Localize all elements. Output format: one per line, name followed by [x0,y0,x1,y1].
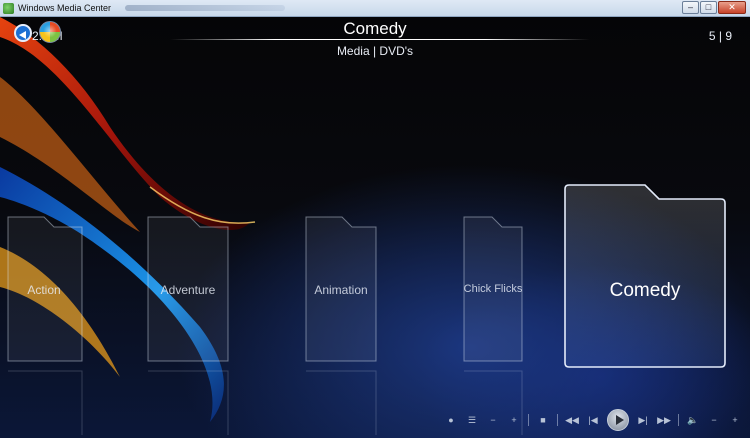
media-center-stage: 2: AM Comedy Media | DVD's 5 | 9 Action … [0,17,750,438]
rewind-icon[interactable]: ◀◀ [565,415,579,426]
tile-action[interactable]: Action [4,215,84,435]
folder-icon [564,184,726,368]
folder-icon [463,216,523,435]
breadcrumb: Media | DVD's [336,44,414,58]
mute-icon[interactable]: 🔈 [686,415,700,426]
channel-up-button[interactable]: + [507,415,521,425]
folder-icon [147,216,229,435]
tile-chick-flicks[interactable]: Chick Flicks [462,215,524,435]
window-title: Windows Media Center [18,3,112,13]
title-divider [170,39,590,40]
tile-label: Comedy [609,280,681,301]
minimize-button[interactable]: – [682,1,699,14]
tile-label: Adventure [160,283,216,297]
transport-controls: ● ☰ − + ■ ◀◀ |◀ ▶| ▶▶ 🔈 − + [440,408,746,432]
volume-up-button[interactable]: + [728,415,742,425]
tile-label: Action [27,283,61,297]
tile-comedy-selected[interactable]: Comedy [563,183,727,369]
transport-separator [528,414,529,426]
play-icon[interactable] [607,409,629,431]
item-counter: 5 | 9 [708,29,732,43]
channel-down-button[interactable]: − [486,415,500,425]
maximize-button[interactable]: □ [700,1,717,14]
page-title: Comedy [343,19,407,38]
volume-down-button[interactable]: − [707,415,721,425]
transport-separator [557,414,558,426]
tile-animation[interactable]: Animation [304,215,378,435]
fast-forward-icon[interactable]: ▶▶ [657,415,671,426]
window-controls: – □ ✕ [682,1,746,14]
close-button[interactable]: ✕ [718,1,746,14]
window-titlebar: Windows Media Center – □ ✕ [0,0,750,17]
blurred-title-text [125,5,286,11]
tile-adventure[interactable]: Adventure [146,215,230,435]
next-icon[interactable]: ▶| [636,415,650,426]
tile-label: Animation [314,283,368,297]
tile-label: Chick Flicks [463,283,523,295]
guide-icon[interactable]: ☰ [465,415,479,426]
transport-separator [678,414,679,426]
media-center-app-icon [3,2,14,14]
record-icon[interactable]: ● [444,415,458,425]
previous-icon[interactable]: |◀ [586,415,600,426]
stop-icon[interactable]: ■ [536,415,550,425]
folder-icon [7,216,83,435]
folder-icon [305,216,377,435]
